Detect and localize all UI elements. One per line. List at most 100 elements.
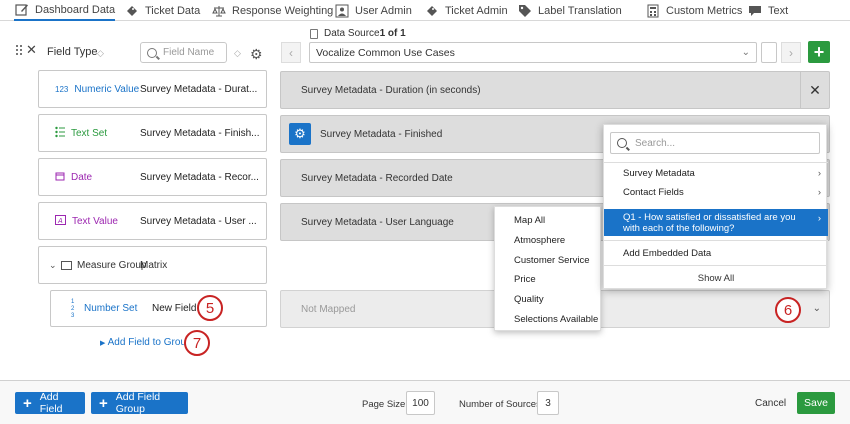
mapping-row[interactable]: Survey Metadata - Duration (in seconds) …: [280, 71, 830, 109]
submenu-item[interactable]: Customer Service: [514, 255, 590, 266]
chevron-right-icon: ›: [817, 187, 821, 198]
choice-submenu: Map All Atmosphere Customer Service Pric…: [494, 206, 601, 331]
number-of-sources-input[interactable]: 3: [537, 391, 559, 415]
search-icon: [147, 47, 157, 58]
field-type-label: Number Set: [84, 303, 138, 314]
search-placeholder: Field Name: [163, 47, 215, 58]
menu-item-label: Add Embedded Data: [623, 248, 712, 259]
tag-icon: [517, 4, 532, 18]
field-type-label: Text Set: [71, 127, 108, 139]
number-of-sources-label: Number of Sources:: [459, 399, 544, 410]
close-icon[interactable]: ✕: [26, 42, 37, 58]
add-source-button[interactable]: +: [808, 41, 830, 63]
divider: [604, 240, 828, 241]
cancel-button[interactable]: Cancel: [755, 398, 786, 409]
field-header-controls: ✕: [16, 42, 37, 58]
number-set-icon: 123: [71, 299, 75, 319]
tab-ticket-data[interactable]: Ticket Data: [124, 0, 200, 21]
tab-label: Response Weighting: [232, 4, 334, 17]
menu-item-q1[interactable]: Q1 - How satisfied or dissatisfied are y…: [604, 209, 828, 236]
submenu-item[interactable]: Price: [514, 274, 536, 285]
add-field-to-group-link[interactable]: ▶ Add Field to Group: [100, 337, 192, 348]
field-type-label: Text Value: [72, 215, 118, 227]
tab-label: Custom Metrics: [666, 4, 743, 17]
tab-user-admin[interactable]: User Admin: [334, 0, 412, 21]
calendar-icon: [55, 171, 65, 183]
field-card-date[interactable]: Date Survey Metadata - Recor...: [38, 158, 267, 196]
chevron-down-icon[interactable]: ⌄: [813, 303, 821, 314]
field-name-search[interactable]: Field Name: [140, 42, 227, 63]
data-source-value: Vocalize Common Use Cases: [316, 46, 455, 59]
menu-item-contact-fields[interactable]: Contact Fields ›: [604, 187, 828, 198]
list-icon: [55, 126, 65, 140]
divider: [604, 162, 828, 163]
page-size-label: Page Size:: [362, 399, 408, 410]
field-card-text-set[interactable]: Text Set Survey Metadata - Finish...: [38, 114, 267, 152]
plus-icon: +: [99, 394, 108, 412]
submenu-item[interactable]: Quality: [514, 294, 544, 305]
field-type: Date: [55, 171, 92, 183]
measure-group-name: Matrix: [140, 259, 168, 271]
mapped-source-label: Survey Metadata - Recorded Date: [301, 172, 453, 184]
tab-dashboard-data[interactable]: Dashboard Data: [14, 0, 116, 21]
callout-6: 6: [775, 297, 801, 323]
edit-icon: [14, 3, 29, 17]
callout-5: 5: [197, 295, 223, 321]
submenu-item[interactable]: Map All: [514, 215, 545, 226]
data-source-select[interactable]: Vocalize Common Use Cases ⌄: [309, 42, 757, 63]
tab-ticket-admin[interactable]: Ticket Admin: [424, 0, 508, 21]
calculator-icon: [645, 4, 660, 18]
field-type-label: Numeric Value: [74, 83, 140, 95]
prev-source-button[interactable]: ‹: [281, 42, 301, 63]
add-field-button[interactable]: + Add Field: [15, 391, 85, 415]
measure-group-label: Measure Group: [77, 259, 147, 271]
menu-item-label: Q1 - How satisfied or dissatisfied are y…: [623, 212, 796, 234]
tab-response-weighting[interactable]: Response Weighting: [211, 0, 333, 21]
chevron-down-icon[interactable]: ⌄: [49, 260, 57, 271]
gear-icon[interactable]: ⚙: [289, 123, 311, 145]
measure-group-card[interactable]: ⌄ Measure Group Matrix: [38, 246, 267, 284]
source-index-input[interactable]: [761, 42, 777, 63]
field-name: Survey Metadata - Recor...: [140, 171, 259, 183]
drag-handle-icon[interactable]: [16, 44, 23, 56]
add-field-group-button[interactable]: + Add Field Group: [91, 391, 188, 415]
data-source-title: Data Source 1 of 1: [310, 28, 406, 39]
sort-icon[interactable]: ◇: [97, 48, 104, 59]
user-icon: [334, 4, 349, 18]
gear-icon[interactable]: ⚙: [250, 46, 263, 63]
tab-label: User Admin: [355, 4, 412, 17]
button-label: Add Field: [39, 391, 63, 415]
page-size-input[interactable]: 100: [406, 391, 435, 415]
chevron-right-icon: ›: [817, 168, 821, 179]
save-button[interactable]: Save: [797, 392, 835, 414]
numeric-icon: 123: [55, 84, 69, 94]
tab-custom-metrics[interactable]: Custom Metrics: [645, 0, 742, 21]
menu-item-label: Contact Fields: [623, 187, 684, 198]
field-card-text-value[interactable]: A Text Value Survey Metadata - User ...: [38, 202, 267, 240]
field-card-number-set[interactable]: 123 Number Set New Field: [50, 290, 267, 327]
field-name: New Field: [152, 303, 197, 314]
chevron-down-icon: ⌄: [741, 47, 750, 58]
menu-item-survey-metadata[interactable]: Survey Metadata ›: [604, 168, 828, 179]
show-all-link[interactable]: Show All: [604, 273, 828, 284]
data-source-prefix: Data Source: [324, 28, 380, 39]
next-source-button[interactable]: ›: [781, 42, 801, 63]
mapped-source-label: Survey Metadata - Finished: [320, 128, 443, 140]
remove-mapping-button[interactable]: ✕: [800, 72, 829, 108]
plus-icon: +: [23, 394, 32, 412]
tab-label: Ticket Data: [145, 4, 201, 17]
menu-search-input[interactable]: Search...: [610, 132, 820, 154]
submenu-item[interactable]: Atmosphere: [514, 235, 565, 246]
menu-item-embedded-data[interactable]: Add Embedded Data: [604, 248, 828, 259]
sort-icon[interactable]: ◇: [234, 48, 241, 59]
field-type: 123 Numeric Value: [55, 84, 139, 95]
tab-label-translation[interactable]: Label Translation: [517, 0, 622, 21]
tab-text[interactable]: Text: [747, 0, 788, 21]
mapped-source-label: Survey Metadata - Duration (in seconds): [301, 84, 481, 96]
menu-item-label: Survey Metadata: [623, 168, 695, 179]
submenu-item[interactable]: Selections Available: [514, 314, 598, 325]
field-card-numeric[interactable]: 123 Numeric Value Survey Metadata - Durat…: [38, 70, 267, 108]
search-placeholder: Search...: [635, 137, 676, 149]
svg-text:A: A: [57, 218, 63, 225]
chevron-right-icon: ›: [817, 213, 821, 224]
